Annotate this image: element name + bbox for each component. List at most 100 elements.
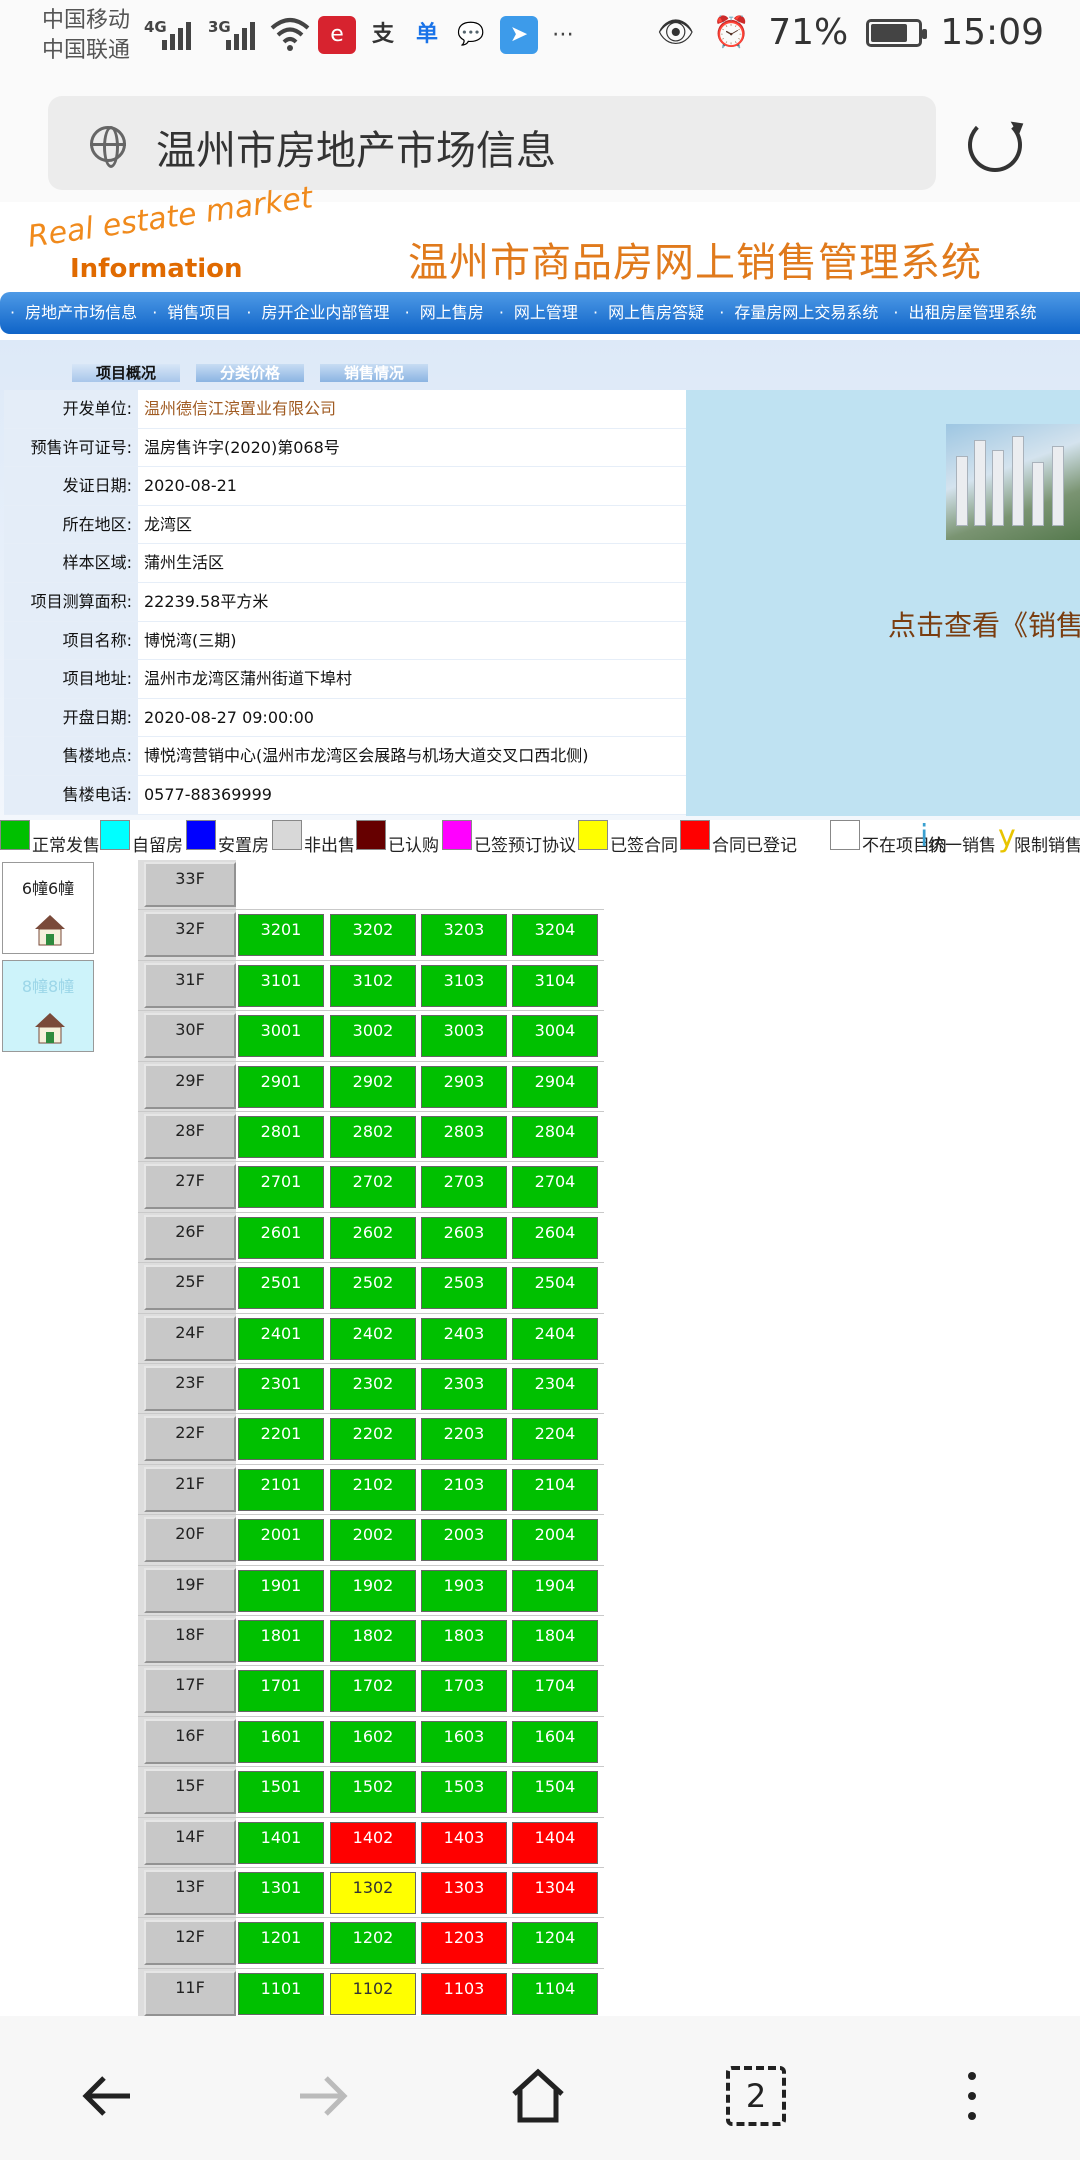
building-tab-6[interactable]: 6幢6幢 xyxy=(2,862,94,954)
unit-cell[interactable]: 2101 xyxy=(238,1468,324,1511)
unit-cell[interactable]: 1101 xyxy=(238,1972,324,2015)
unit-cell[interactable]: 2603 xyxy=(421,1216,507,1259)
unit-cell[interactable]: 2202 xyxy=(330,1418,416,1461)
unit-cell[interactable]: 1903 xyxy=(421,1569,507,1612)
building-tab-8[interactable]: 8幢8幢 xyxy=(2,960,94,1052)
forward-icon[interactable] xyxy=(292,2066,352,2126)
unit-cell[interactable]: 2601 xyxy=(238,1216,324,1259)
nav-item[interactable]: 网上售房答疑 xyxy=(598,303,704,322)
unit-cell[interactable]: 2803 xyxy=(421,1116,507,1158)
unit-cell[interactable]: 3202 xyxy=(330,914,416,957)
unit-cell[interactable]: 1904 xyxy=(512,1569,598,1612)
unit-cell[interactable]: 3001 xyxy=(238,1015,324,1058)
unit-cell[interactable]: 1201 xyxy=(238,1922,324,1965)
unit-cell[interactable]: 2004 xyxy=(512,1519,598,1562)
nav-item[interactable]: 出租房屋管理系统 xyxy=(899,303,1037,322)
unit-cell[interactable]: 1604 xyxy=(512,1720,598,1763)
unit-cell[interactable]: 2502 xyxy=(330,1267,416,1310)
unit-cell[interactable]: 2503 xyxy=(421,1267,507,1310)
unit-cell[interactable]: 2303 xyxy=(421,1368,507,1410)
unit-cell[interactable]: 1103 xyxy=(421,1972,507,2015)
unit-cell[interactable]: 2703 xyxy=(421,1166,507,1209)
home-icon[interactable] xyxy=(508,2066,568,2126)
unit-cell[interactable]: 1504 xyxy=(512,1771,598,1814)
unit-cell[interactable]: 1704 xyxy=(512,1670,598,1713)
tab-sales[interactable]: 销售情况 xyxy=(320,364,428,382)
unit-cell[interactable]: 1303 xyxy=(421,1872,507,1914)
unit-cell[interactable]: 2104 xyxy=(512,1468,598,1511)
unit-cell[interactable]: 3203 xyxy=(421,914,507,957)
nav-item[interactable]: 网上管理 xyxy=(504,303,578,322)
unit-cell[interactable]: 3003 xyxy=(421,1015,507,1058)
unit-cell[interactable]: 2302 xyxy=(330,1368,416,1410)
unit-cell[interactable]: 2002 xyxy=(330,1519,416,1562)
nav-item[interactable]: 销售项目 xyxy=(157,303,231,322)
unit-cell[interactable]: 2804 xyxy=(512,1116,598,1158)
address-bar[interactable]: 温州市房地产市场信息 xyxy=(48,96,936,190)
unit-cell[interactable]: 3204 xyxy=(512,914,598,957)
unit-cell[interactable]: 1602 xyxy=(330,1720,416,1763)
unit-cell[interactable]: 1601 xyxy=(238,1720,324,1763)
unit-cell[interactable]: 1901 xyxy=(238,1569,324,1612)
unit-cell[interactable]: 2003 xyxy=(421,1519,507,1562)
unit-cell[interactable]: 2901 xyxy=(238,1065,324,1108)
unit-cell[interactable]: 1104 xyxy=(512,1972,598,2015)
unit-cell[interactable]: 1701 xyxy=(238,1670,324,1713)
unit-cell[interactable]: 2001 xyxy=(238,1519,324,1562)
unit-cell[interactable]: 1402 xyxy=(330,1821,416,1864)
unit-cell[interactable]: 2401 xyxy=(238,1317,324,1360)
unit-cell[interactable]: 3201 xyxy=(238,914,324,957)
back-icon[interactable] xyxy=(78,2066,138,2126)
unit-cell[interactable]: 1702 xyxy=(330,1670,416,1713)
unit-cell[interactable]: 1304 xyxy=(512,1872,598,1914)
unit-cell[interactable]: 1404 xyxy=(512,1821,598,1864)
nav-item[interactable]: 存量房网上交易系统 xyxy=(724,303,878,322)
unit-cell[interactable]: 3002 xyxy=(330,1015,416,1058)
unit-cell[interactable]: 2102 xyxy=(330,1468,416,1511)
unit-cell[interactable]: 1502 xyxy=(330,1771,416,1814)
unit-cell[interactable]: 2203 xyxy=(421,1418,507,1461)
unit-cell[interactable]: 2403 xyxy=(421,1317,507,1360)
unit-cell[interactable]: 1202 xyxy=(330,1922,416,1965)
unit-cell[interactable]: 1204 xyxy=(512,1922,598,1965)
page-title[interactable]: 温州市房地产市场信息 xyxy=(156,118,556,176)
unit-cell[interactable]: 1902 xyxy=(330,1569,416,1612)
unit-cell[interactable]: 1703 xyxy=(421,1670,507,1713)
unit-cell[interactable]: 1102 xyxy=(330,1972,416,2015)
unit-cell[interactable]: 2903 xyxy=(421,1065,507,1108)
unit-cell[interactable]: 1801 xyxy=(238,1620,324,1662)
unit-cell[interactable]: 2201 xyxy=(238,1418,324,1461)
unit-cell[interactable]: 2701 xyxy=(238,1166,324,1209)
unit-cell[interactable]: 2704 xyxy=(512,1166,598,1209)
unit-cell[interactable]: 2802 xyxy=(330,1116,416,1158)
unit-cell[interactable]: 3102 xyxy=(330,964,416,1007)
sales-doc-link[interactable]: 点击查看《销售 xyxy=(888,604,1080,644)
unit-cell[interactable]: 1302 xyxy=(330,1872,416,1914)
unit-cell[interactable]: 3004 xyxy=(512,1015,598,1058)
project-image[interactable] xyxy=(946,424,1080,540)
unit-cell[interactable]: 2504 xyxy=(512,1267,598,1310)
unit-cell[interactable]: 3104 xyxy=(512,964,598,1007)
tab-price[interactable]: 分类价格 xyxy=(196,364,304,382)
unit-cell[interactable]: 2103 xyxy=(421,1468,507,1511)
unit-cell[interactable]: 2602 xyxy=(330,1216,416,1259)
nav-item[interactable]: 房地产市场信息 xyxy=(15,303,137,322)
unit-cell[interactable]: 2304 xyxy=(512,1368,598,1410)
unit-cell[interactable]: 2604 xyxy=(512,1216,598,1259)
unit-cell[interactable]: 2402 xyxy=(330,1317,416,1360)
tabs-button[interactable]: 2 xyxy=(726,2066,786,2126)
nav-item[interactable]: 房开企业内部管理 xyxy=(252,303,390,322)
unit-cell[interactable]: 2801 xyxy=(238,1116,324,1158)
unit-cell[interactable]: 2501 xyxy=(238,1267,324,1310)
unit-cell[interactable]: 1802 xyxy=(330,1620,416,1662)
unit-cell[interactable]: 2702 xyxy=(330,1166,416,1209)
tab-overview[interactable]: 项目概况 xyxy=(72,364,180,382)
unit-cell[interactable]: 2902 xyxy=(330,1065,416,1108)
unit-cell[interactable]: 1603 xyxy=(421,1720,507,1763)
unit-cell[interactable]: 1803 xyxy=(421,1620,507,1662)
unit-cell[interactable]: 1203 xyxy=(421,1922,507,1965)
unit-cell[interactable]: 1503 xyxy=(421,1771,507,1814)
nav-item[interactable]: 网上售房 xyxy=(410,303,484,322)
unit-cell[interactable]: 1403 xyxy=(421,1821,507,1864)
unit-cell[interactable]: 1401 xyxy=(238,1821,324,1864)
